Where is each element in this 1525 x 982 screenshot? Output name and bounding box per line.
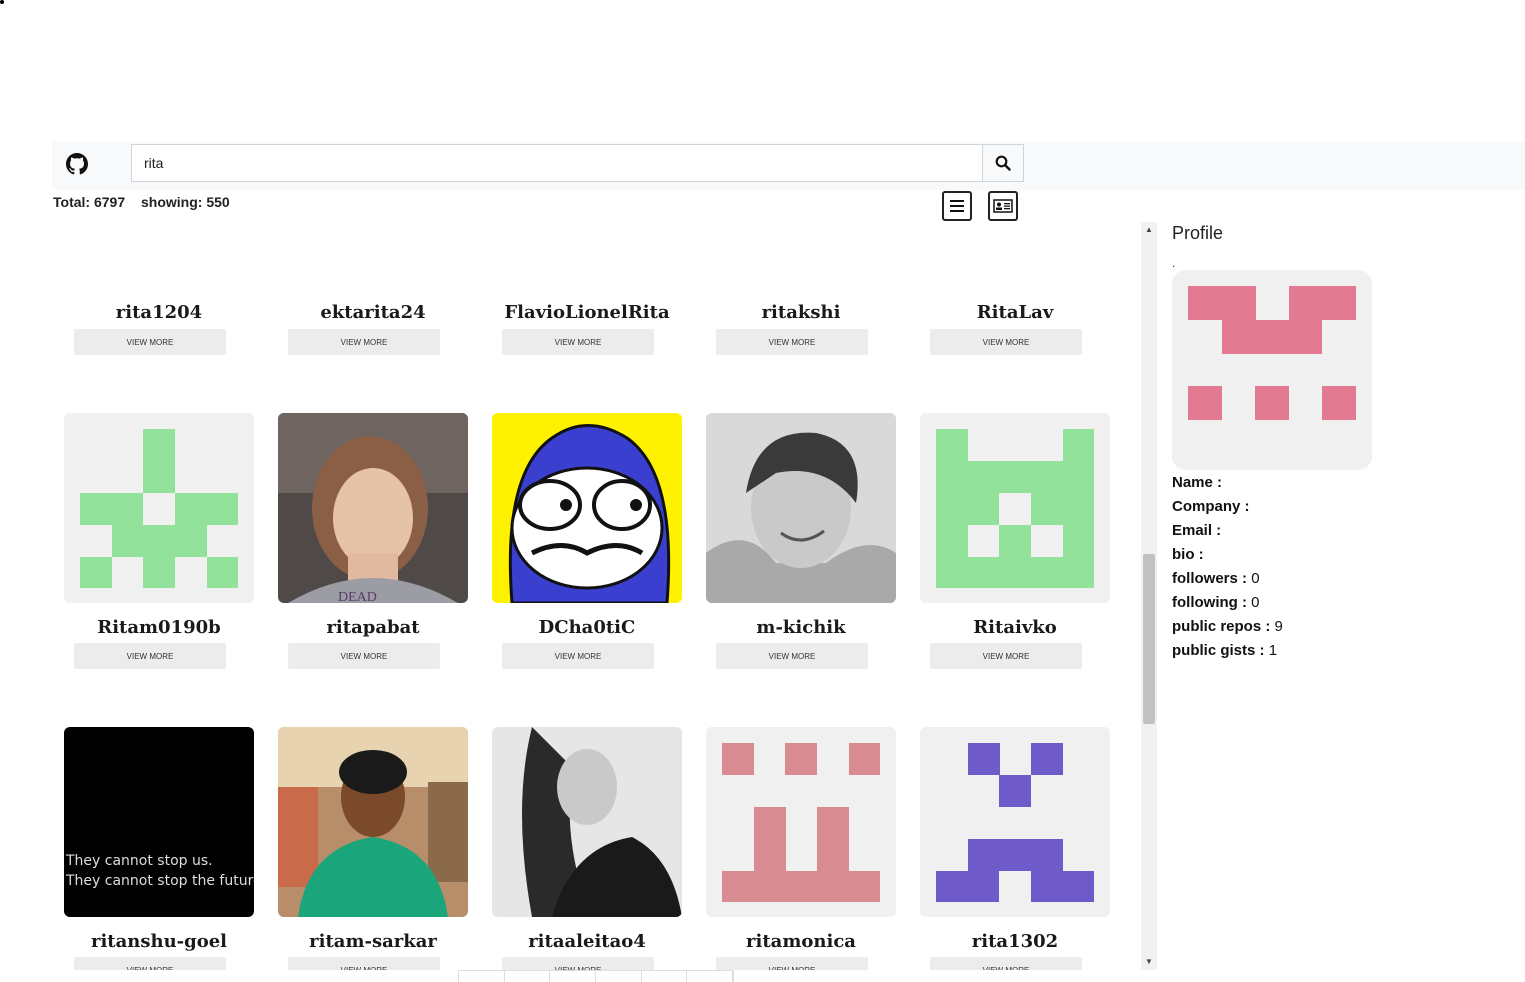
username: ritanshu-goel — [90, 931, 228, 952]
followers-label: followers : — [1172, 570, 1248, 587]
card-view-button[interactable] — [988, 191, 1018, 221]
view-more-button[interactable]: VIEW MORE — [930, 957, 1082, 970]
username: Ritaivko — [973, 617, 1057, 638]
view-more-button[interactable]: VIEW MORE — [716, 643, 868, 669]
repos-label: public repos : — [1172, 618, 1271, 635]
username: RitaLav — [976, 302, 1054, 323]
username: ritakshi — [761, 302, 841, 323]
avatar[interactable] — [920, 727, 1110, 917]
avatar[interactable] — [706, 413, 896, 603]
profile-following-row: following : 0 — [1172, 591, 1502, 615]
page-button[interactable] — [550, 971, 597, 982]
username: ritam-sarkar — [309, 931, 437, 952]
username: ektarita24 — [320, 302, 426, 323]
name-label: Name : — [1172, 474, 1223, 491]
profile-email-row: Email : — [1172, 519, 1502, 543]
profile-title: Profile — [1172, 223, 1224, 243]
github-icon[interactable] — [66, 153, 88, 175]
view-more-button[interactable]: VIEW MORE — [930, 329, 1082, 355]
username: rita1204 — [115, 302, 203, 323]
view-more-button[interactable]: VIEW MORE — [502, 329, 654, 355]
view-more-button[interactable]: VIEW MORE — [930, 643, 1082, 669]
followers-value: 0 — [1251, 570, 1260, 587]
email-label: Email : — [1172, 522, 1222, 539]
avatar[interactable] — [920, 413, 1110, 603]
page-button[interactable] — [687, 971, 734, 982]
avatar-caption-1: They cannot stop us. — [66, 853, 213, 869]
gists-value: 1 — [1268, 642, 1278, 659]
username: ritamonica — [746, 931, 856, 952]
username: FlavioLionelRita — [504, 302, 670, 323]
following-label: following : — [1172, 594, 1247, 611]
page-button[interactable] — [642, 971, 688, 982]
profile-gists-row: public gists : 1 — [1172, 639, 1502, 663]
view-more-button[interactable]: VIEW MORE — [716, 957, 868, 970]
profile-repos-row: public repos : 9 — [1172, 615, 1502, 639]
showing-count: showing: 550 — [141, 194, 230, 210]
scroll-down-arrow-icon[interactable]: ▼ — [1141, 954, 1157, 970]
profile-company-row: Company : — [1172, 495, 1502, 519]
result-stats: Total: 6797 showing: 550 — [53, 194, 242, 210]
avatar[interactable]: DEAD — [278, 413, 468, 603]
search-icon — [995, 155, 1011, 171]
view-more-button[interactable]: VIEW MORE — [74, 643, 226, 669]
repos-value: 9 — [1274, 618, 1283, 635]
navbar — [52, 142, 1525, 190]
view-more-button[interactable]: VIEW MORE — [716, 329, 868, 355]
total-count: Total: 6797 — [53, 194, 126, 210]
search-button[interactable] — [983, 144, 1024, 182]
following-value: 0 — [1251, 594, 1260, 611]
search-input[interactable] — [131, 144, 983, 182]
avatar[interactable]: They cannot stop us. They cannot stop th… — [64, 727, 254, 917]
profile-avatar — [1172, 270, 1372, 470]
profile-name-row: Name : — [1172, 471, 1502, 495]
page-button[interactable] — [505, 971, 551, 982]
avatar[interactable] — [278, 727, 468, 917]
profile-panel: Profile . Name : Company : Email : bio :… — [1172, 222, 1502, 663]
profile-followers-row: followers : 0 — [1172, 567, 1502, 591]
user-grid: rita1204 VIEW MORE ektarita24 VIEW MORE … — [52, 222, 1142, 970]
profile-placeholder: . — [1172, 256, 1176, 270]
username: ritapabat — [326, 617, 420, 638]
view-more-button[interactable]: VIEW MORE — [502, 957, 654, 970]
profile-bio-row: bio : — [1172, 543, 1502, 567]
company-label: Company : — [1172, 498, 1250, 515]
page-dot — [0, 0, 4, 4]
gists-label: public gists : — [1172, 642, 1265, 659]
view-more-button[interactable]: VIEW MORE — [74, 329, 226, 355]
avatar-caption-2: They cannot stop the future! — [66, 873, 254, 889]
view-more-button[interactable]: VIEW MORE — [288, 643, 440, 669]
view-more-button[interactable]: VIEW MORE — [288, 329, 440, 355]
avatar[interactable] — [492, 727, 682, 917]
svg-text:DEAD: DEAD — [338, 590, 377, 603]
id-card-icon — [993, 199, 1013, 213]
avatar[interactable] — [706, 727, 896, 917]
username: rita1302 — [971, 931, 1059, 952]
view-more-button[interactable]: VIEW MORE — [74, 957, 226, 970]
username: Ritam0190b — [97, 617, 221, 638]
list-view-button[interactable] — [942, 191, 972, 221]
avatar[interactable] — [492, 413, 682, 603]
scroll-up-arrow-icon[interactable]: ▲ — [1141, 222, 1157, 238]
username: DCha0tiC — [538, 617, 636, 638]
list-icon — [950, 200, 964, 212]
pagination — [458, 970, 734, 982]
username: m-kichik — [756, 617, 846, 638]
username: ritaaleitao4 — [528, 931, 646, 952]
page-button[interactable] — [459, 971, 505, 982]
page-button[interactable] — [596, 971, 642, 982]
scrollbar-thumb[interactable] — [1143, 554, 1155, 724]
grid-scrollbar[interactable]: ▲ ▼ — [1141, 222, 1157, 970]
avatar[interactable] — [64, 413, 254, 603]
bio-label: bio : — [1172, 546, 1204, 563]
view-more-button[interactable]: VIEW MORE — [288, 957, 440, 970]
view-more-button[interactable]: VIEW MORE — [502, 643, 654, 669]
